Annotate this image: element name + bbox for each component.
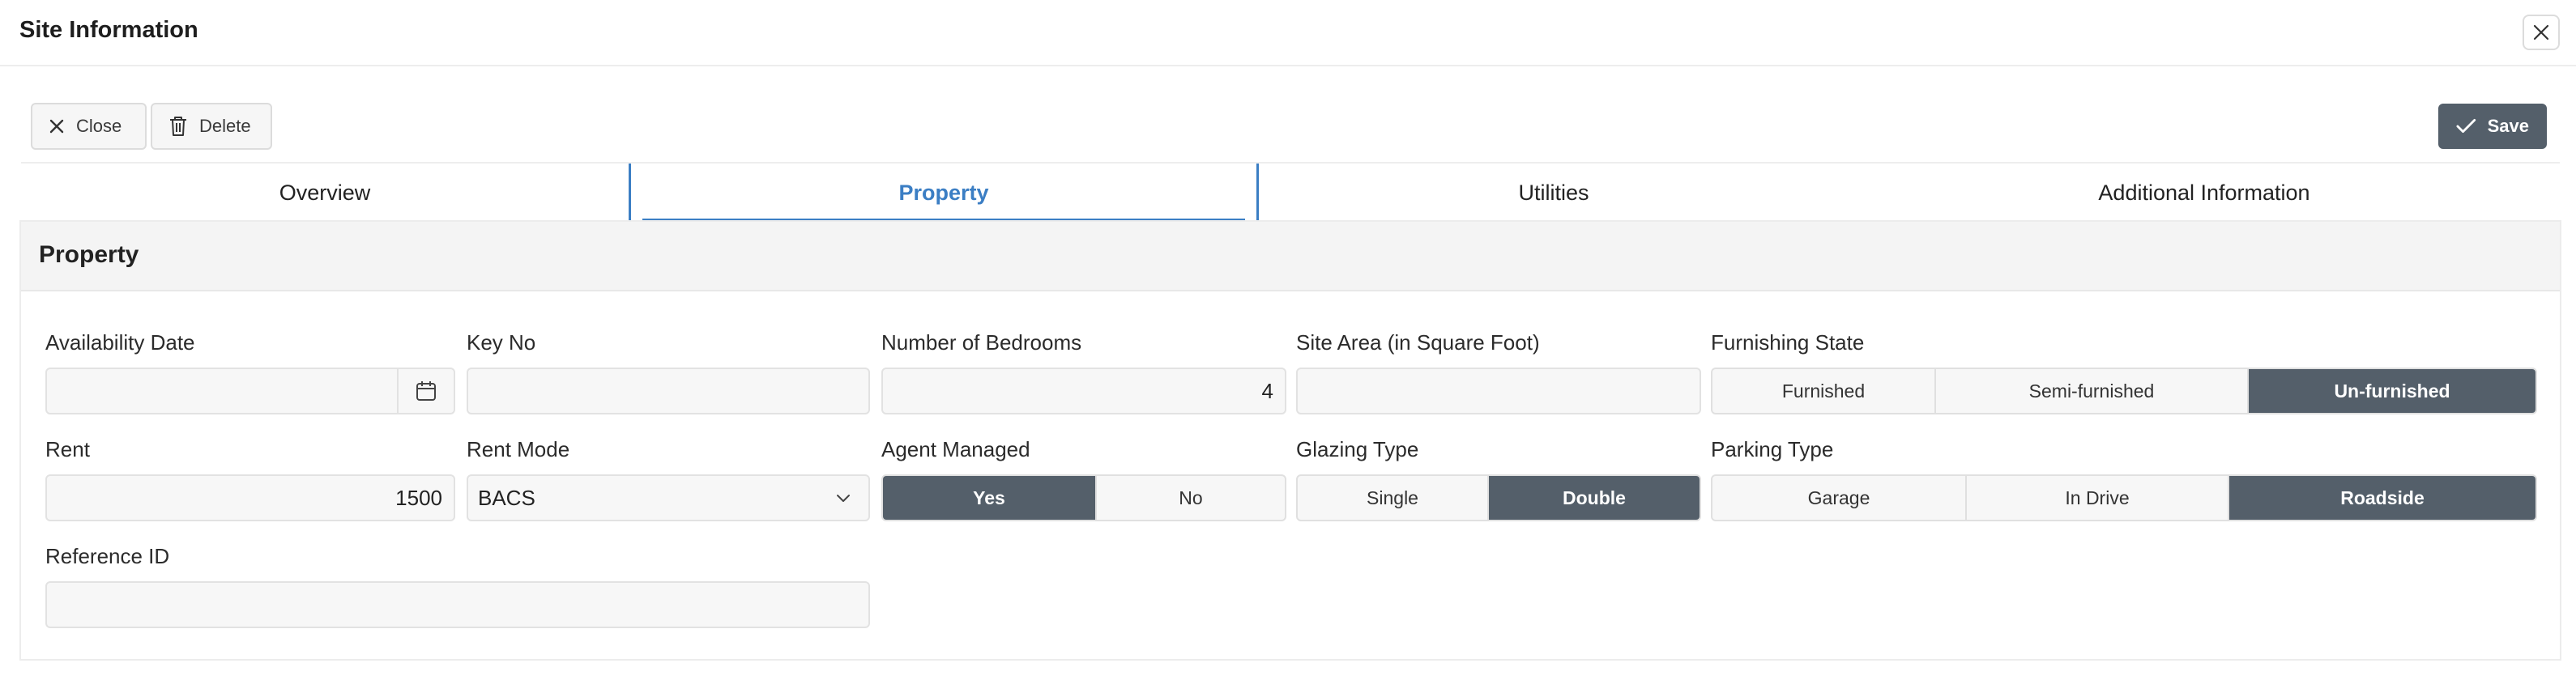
bedrooms-input[interactable]: 4 [881, 368, 1286, 414]
rent-value: 1500 [395, 485, 442, 510]
delete-button-label: Delete [199, 116, 251, 136]
site-area-input[interactable] [1296, 368, 1701, 414]
dialog-close-button[interactable] [2523, 15, 2560, 50]
tab-utilities[interactable]: Utilities [1259, 164, 1849, 222]
parking-option-roadside[interactable]: Roadside [2229, 476, 2535, 520]
tab-label: Overview [279, 180, 371, 205]
tab-label: Utilities [1518, 180, 1589, 205]
tab-property[interactable]: Property [629, 164, 1259, 222]
parking-option-in-drive[interactable]: In Drive [1967, 476, 2229, 520]
glazing-option-single[interactable]: Single [1298, 476, 1489, 520]
furnishing-state-label: Furnishing State [1711, 330, 1865, 355]
chevron-down-icon [837, 495, 850, 502]
reference-id-label: Reference ID [45, 544, 170, 568]
glazing-option-double[interactable]: Double [1489, 476, 1700, 520]
bedrooms-label: Number of Bedrooms [881, 330, 1082, 355]
save-button[interactable]: Save [2438, 104, 2547, 149]
delete-button[interactable]: Delete [151, 103, 272, 150]
check-icon [2456, 119, 2476, 134]
glazing-type-label: Glazing Type [1296, 437, 1419, 461]
tab-label: Property [898, 180, 989, 205]
trash-icon [170, 117, 186, 136]
parking-type-selector: Garage In Drive Roadside [1711, 474, 2537, 521]
close-button-label: Close [76, 116, 122, 136]
dialog-header: Site Information [0, 0, 2576, 66]
reference-id-input[interactable] [45, 581, 870, 628]
agent-managed-label: Agent Managed [881, 437, 1030, 461]
close-button[interactable]: Close [31, 103, 147, 150]
calendar-icon [416, 381, 436, 401]
parking-type-label: Parking Type [1711, 437, 1834, 461]
parking-option-garage[interactable]: Garage [1712, 476, 1967, 520]
close-icon [49, 119, 64, 134]
dialog-title: Site Information [19, 17, 198, 43]
bedrooms-value: 4 [1261, 378, 1273, 403]
section-title: Property [39, 241, 139, 268]
save-button-label: Save [2487, 116, 2529, 136]
rent-input[interactable]: 1500 [45, 474, 455, 521]
tab-label: Additional Information [2098, 180, 2310, 205]
furnishing-option-semi-furnished[interactable]: Semi-furnished [1936, 369, 2249, 413]
agent-managed-selector: Yes No [881, 474, 1286, 521]
glazing-type-selector: Single Double [1296, 474, 1701, 521]
availability-date-label: Availability Date [45, 330, 195, 355]
furnishing-option-furnished[interactable]: Furnished [1712, 369, 1936, 413]
agent-managed-option-yes[interactable]: Yes [883, 476, 1097, 520]
tab-overview[interactable]: Overview [21, 164, 629, 222]
key-no-input[interactable] [467, 368, 870, 414]
property-section: Property Availability Date Key No Number… [19, 220, 2561, 661]
close-icon [2533, 24, 2549, 40]
agent-managed-option-no[interactable]: No [1097, 476, 1285, 520]
rent-mode-select[interactable]: BACS [467, 474, 870, 521]
tab-additional-information[interactable]: Additional Information [1849, 164, 2560, 222]
rent-mode-value: BACS [478, 485, 535, 510]
calendar-button[interactable] [397, 369, 454, 413]
rent-label: Rent [45, 437, 90, 461]
availability-date-input[interactable] [45, 368, 455, 414]
site-area-label: Site Area (in Square Foot) [1296, 330, 1540, 355]
furnishing-state-selector: Furnished Semi-furnished Un-furnished [1711, 368, 2537, 414]
furnishing-option-un-furnished[interactable]: Un-furnished [2249, 369, 2535, 413]
section-header: Property [21, 222, 2560, 291]
tab-bar: Overview Property Utilities Additional I… [21, 162, 2560, 222]
key-no-label: Key No [467, 330, 536, 355]
rent-mode-label: Rent Mode [467, 437, 570, 461]
